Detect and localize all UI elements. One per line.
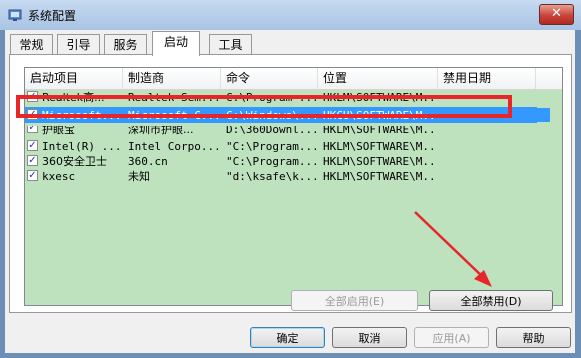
column-disabled-date[interactable]: 禁用日期 (438, 68, 536, 89)
item-command: "C:\Program... (226, 155, 316, 168)
checkbox[interactable]: ✓ (27, 140, 38, 151)
tab-boot[interactable]: 引导 (57, 34, 100, 55)
item-location: HKLM\SOFTWARE\M... (323, 140, 438, 153)
column-command[interactable]: 命令 (221, 68, 318, 89)
item-name: Intel(R) ... (42, 140, 122, 153)
checkbox[interactable]: ✓ (27, 170, 38, 181)
item-manufacturer: 深圳市护眼... (128, 126, 194, 136)
enable-all-button[interactable]: 全部启用(E) (291, 290, 418, 311)
item-location: HKLM\SOFTWARE\M... (323, 155, 438, 168)
column-manufacturer[interactable]: 制造商 (123, 68, 221, 89)
help-button[interactable]: 帮助 (496, 327, 571, 348)
ok-button[interactable]: 确定 (250, 327, 325, 348)
column-location[interactable]: 位置 (318, 68, 438, 89)
window-title: 系统配置 (28, 9, 77, 23)
system-config-icon (8, 9, 22, 21)
item-location: HKLM\SOFTWARE\M... (323, 170, 438, 183)
selection-overflow (536, 108, 550, 122)
list-item[interactable]: ✓ 360安全卫士 360.cn "C:\Program... HKLM\SOF… (25, 154, 562, 169)
tab-startup[interactable]: 启动 (152, 31, 200, 56)
apply-button[interactable]: 应用(A) (414, 327, 489, 348)
list-item[interactable]: ✓ kxesc 未知 "d:\ksafe\k... HKLM\SOFTWARE\… (25, 169, 562, 184)
dialog-body: 常规 引导 服务 启动 工具 启动项目 制造商 命令 位置 禁用日期 ✓ Rea… (5, 30, 575, 353)
item-name: kxesc (42, 170, 76, 183)
item-name: 护眼宝 (42, 126, 75, 136)
list-item[interactable]: ✓ Intel(R) ... Intel Corpo... "C:\Progra… (25, 139, 562, 154)
item-command: "d:\ksafe\k... (226, 170, 316, 183)
item-manufacturer: 360.cn (128, 155, 168, 168)
item-manufacturer: Intel Corpo... (128, 140, 218, 153)
column-startup-item[interactable]: 启动项目 (25, 68, 123, 89)
cancel-button[interactable]: 取消 (332, 327, 407, 348)
list-item[interactable]: ✓ 护眼宝 深圳市护眼... D:\360Downl... HKLM\SOFTW… (25, 126, 562, 136)
checkbox[interactable]: ✓ (27, 155, 38, 166)
tab-general[interactable]: 常规 (10, 34, 53, 55)
tab-services[interactable]: 服务 (104, 34, 147, 55)
title-bar: 系统配置 ✕ (0, 0, 581, 30)
checkbox[interactable]: ✓ (27, 126, 38, 133)
item-manufacturer: 未知 (128, 170, 150, 183)
annotation-highlight-box (16, 95, 512, 118)
item-command: "C:\Program... (226, 140, 316, 153)
item-name: 360安全卫士 (42, 155, 107, 168)
close-button[interactable]: ✕ (539, 4, 574, 25)
list-header: 启动项目 制造商 命令 位置 禁用日期 (25, 68, 562, 90)
tab-tools[interactable]: 工具 (209, 34, 252, 55)
item-command: D:\360Downl... (226, 126, 316, 136)
item-location: HKLM\SOFTWARE\M... (323, 126, 438, 136)
disable-all-button[interactable]: 全部禁用(D) (429, 290, 553, 311)
